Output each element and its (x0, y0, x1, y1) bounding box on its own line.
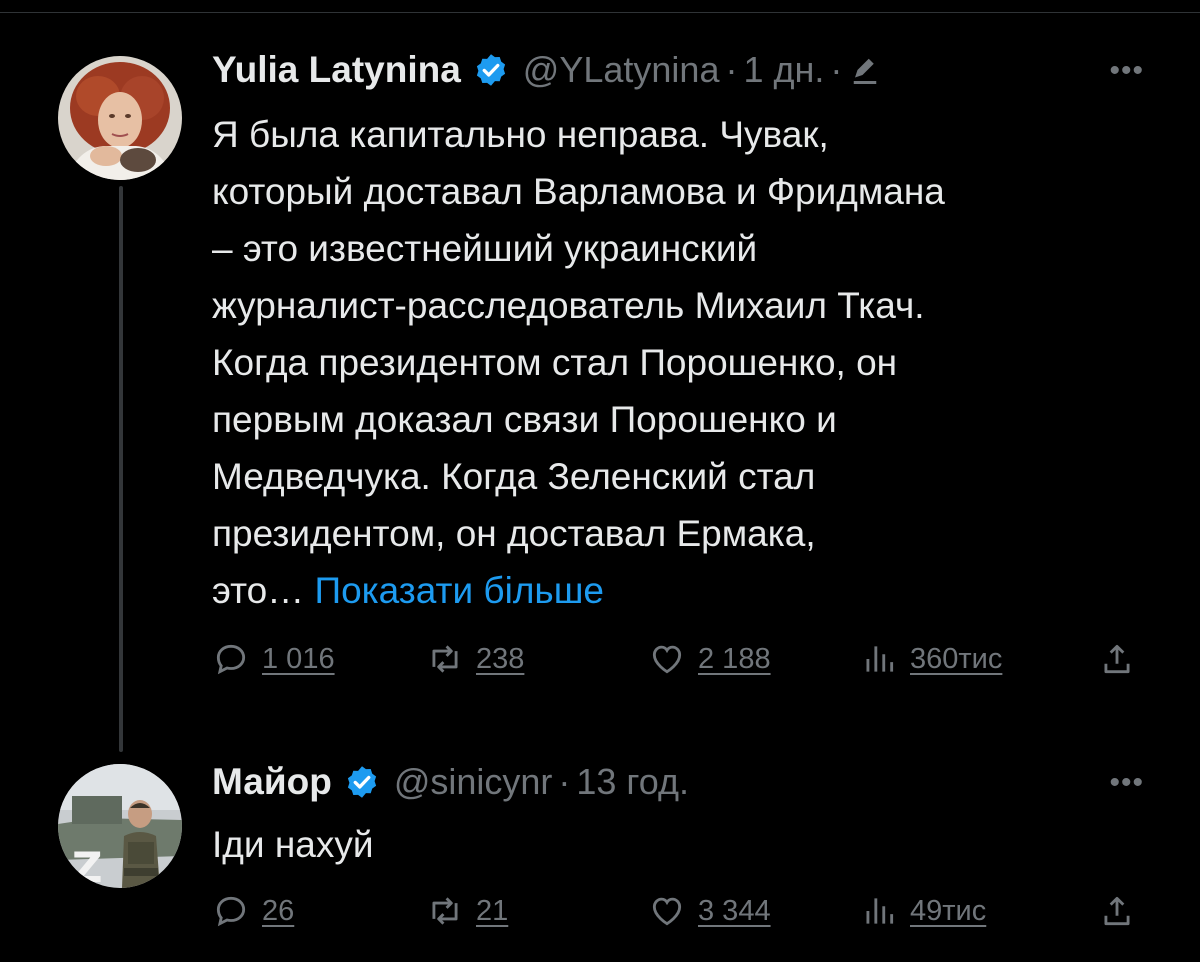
verified-badge-icon (473, 52, 509, 88)
heart-icon (652, 897, 682, 926)
views-button[interactable]: 360тис (860, 640, 1002, 678)
tweet-body: Іди нахуй (212, 824, 374, 865)
retweet-count: 238 (476, 642, 525, 675)
like-count: 2 188 (698, 642, 771, 675)
more-options-icon[interactable]: ••• (1109, 766, 1144, 800)
edit-pencil-icon[interactable] (850, 55, 880, 85)
tweet-text: Я была капитально неправа. Чувак, которы… (212, 106, 1172, 619)
tweet-body: Я была капитально неправа. Чувак, которы… (212, 114, 945, 611)
tweet-actions: 1 016 238 2 188 360тис (212, 640, 1142, 692)
like-count: 3 344 (698, 894, 771, 927)
share-button[interactable] (1098, 640, 1136, 678)
views-count: 360тис (910, 642, 1003, 675)
avatar[interactable] (58, 56, 182, 180)
reply-icon (216, 644, 246, 675)
more-options-icon[interactable]: ••• (1109, 54, 1144, 88)
views-button[interactable]: 49тис (860, 892, 986, 930)
top-divider (0, 12, 1200, 13)
tweet-header: Майор @sinicynr · 13 год. (212, 752, 689, 812)
like-button[interactable]: 2 188 (648, 640, 771, 678)
reply-button[interactable]: 1 016 (212, 640, 335, 678)
like-button[interactable]: 3 344 (648, 892, 771, 930)
views-chart-icon (866, 898, 894, 924)
tweet-actions: 26 21 3 344 49тис (212, 892, 1142, 944)
timestamp[interactable]: 1 дн. (743, 49, 824, 91)
retweet-button[interactable]: 21 (426, 892, 508, 930)
retweet-button[interactable]: 238 (426, 640, 524, 678)
avatar[interactable]: Z (58, 764, 182, 888)
author-name[interactable]: Yulia Latynina (212, 49, 461, 91)
thread-connector-line (119, 186, 123, 752)
reply-count: 26 (262, 894, 295, 927)
heart-icon (652, 645, 682, 674)
tweet-header: Yulia Latynina @YLatynina · 1 дн. · (212, 40, 880, 100)
views-chart-icon (866, 646, 894, 672)
share-icon (1104, 644, 1130, 674)
author-name[interactable]: Майор (212, 761, 332, 803)
retweet-icon (432, 897, 458, 925)
verified-badge-icon (344, 764, 380, 800)
share-icon (1104, 896, 1130, 926)
svg-text:Z: Z (72, 843, 102, 888)
reply-icon (216, 896, 246, 927)
retweet-count: 21 (476, 894, 509, 927)
reply-count: 1 016 (262, 642, 335, 675)
author-handle[interactable]: @sinicynr (394, 761, 553, 803)
meta-separator: · (830, 49, 843, 90)
timestamp[interactable]: 13 год. (576, 761, 689, 803)
share-button[interactable] (1098, 892, 1136, 930)
author-handle[interactable]: @YLatynina (523, 49, 720, 91)
meta-separator: · (558, 761, 571, 802)
tweet-text: Іди нахуй (212, 816, 1172, 873)
reply-button[interactable]: 26 (212, 892, 294, 930)
meta-separator: · (725, 49, 738, 90)
retweet-icon (432, 645, 458, 673)
show-more-link[interactable]: Показати більше (314, 570, 604, 611)
views-count: 49тис (910, 894, 987, 927)
